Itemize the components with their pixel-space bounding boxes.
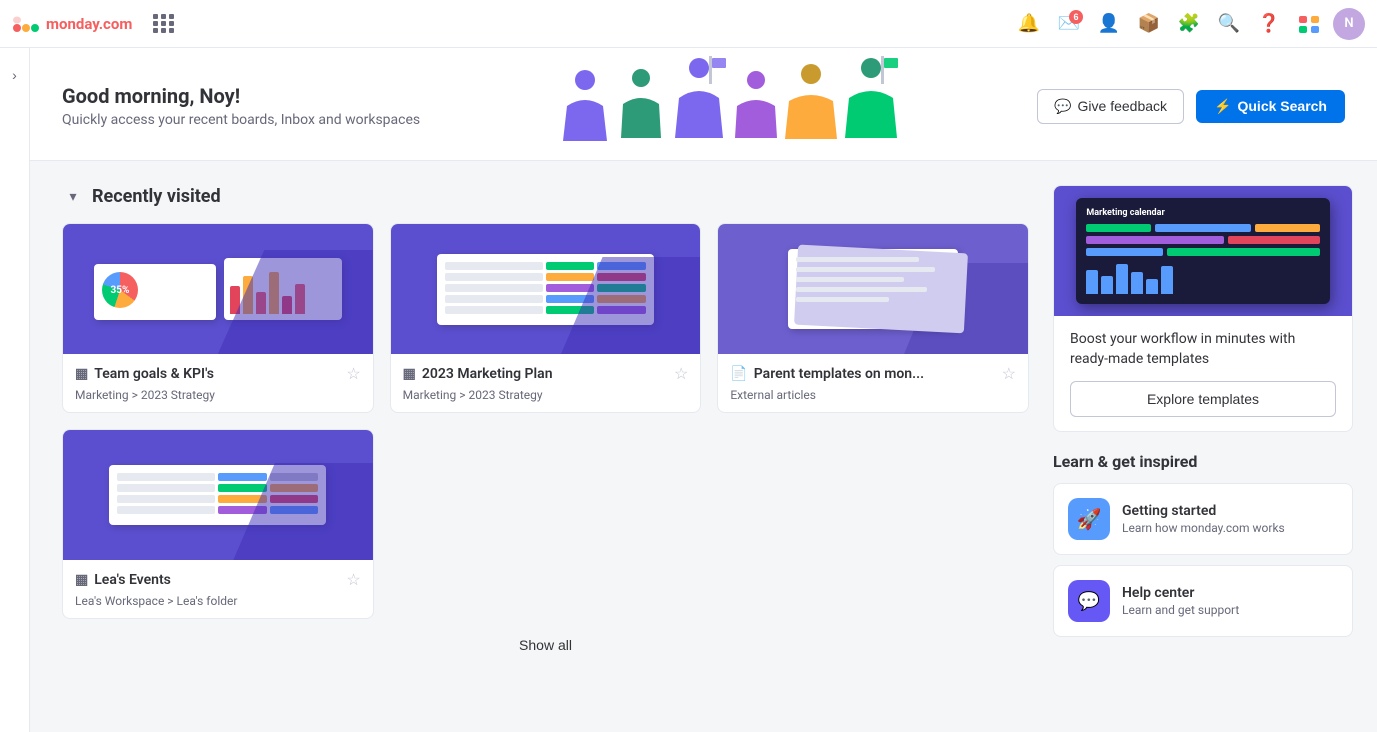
home-header: Good morning, Noy! Quickly access your r…: [30, 48, 1377, 161]
inbox-badge: 6: [1069, 10, 1083, 24]
card-name: Lea's Events: [94, 572, 171, 588]
rocket-icon: 🚀: [1068, 498, 1110, 540]
card-path: External articles: [730, 388, 1016, 402]
template-thumbnail: Marketing calendar: [1054, 186, 1352, 316]
header-illustration: [559, 66, 899, 146]
board-icon: ▦: [75, 572, 88, 588]
lightning-icon: ⚡: [1214, 98, 1231, 115]
greeting-text: Good morning, Noy!: [62, 84, 420, 108]
feedback-icon: 💬: [1054, 98, 1071, 115]
section-collapse-button[interactable]: ▾: [62, 185, 84, 207]
quicksearch-label: Quick Search: [1237, 98, 1327, 114]
subtitle-text: Quickly access your recent boards, Inbox…: [62, 112, 420, 128]
learn-section-title: Learn & get inspired: [1053, 452, 1353, 471]
help-center-card[interactable]: 💬 Help center Learn and get support: [1053, 565, 1353, 637]
header-actions: 💬 Give feedback ⚡ Quick Search: [1037, 89, 1345, 124]
explore-templates-button[interactable]: Explore templates: [1070, 381, 1336, 417]
feedback-label: Give feedback: [1078, 98, 1168, 114]
doc-icon: 📄: [730, 366, 747, 382]
board-card[interactable]: ▦ Lea's Events ☆ Lea's Workspace > Lea's…: [62, 429, 374, 619]
logo[interactable]: monday.com: [12, 10, 132, 38]
help-center-subtitle: Learn and get support: [1122, 603, 1239, 617]
right-sidebar: Marketing calendar: [1053, 185, 1353, 662]
getting-started-text: Getting started Learn how monday.com wor…: [1122, 503, 1285, 535]
card-title-row: ▦ 2023 Marketing Plan ☆: [403, 364, 689, 384]
main-column: ▾ Recently visited: [62, 185, 1029, 662]
card-thumbnail: 35%: [63, 224, 373, 354]
help-center-text: Help center Learn and get support: [1122, 585, 1239, 617]
favorite-button[interactable]: ☆: [346, 570, 360, 590]
header-text: Good morning, Noy! Quickly access your r…: [62, 84, 420, 128]
top-navigation: monday.com 🔔 ✉️ 6 👤 📦 🧩 🔍 ❓: [0, 0, 1377, 48]
board-icon: ▦: [403, 366, 416, 382]
logo-wordmark: monday.com: [46, 15, 132, 33]
recently-visited-header: ▾ Recently visited: [62, 185, 1029, 207]
search-icon[interactable]: 🔍: [1213, 8, 1245, 40]
inbox-icon[interactable]: ✉️ 6: [1053, 8, 1085, 40]
learn-section: Learn & get inspired 🚀 Getting started L…: [1053, 452, 1353, 637]
board-icon: ▦: [75, 366, 88, 382]
favorite-button[interactable]: ☆: [346, 364, 360, 384]
card-path: Marketing > 2023 Strategy: [403, 388, 689, 402]
section-title: Recently visited: [92, 186, 221, 207]
card-name: Parent templates on mon...: [754, 366, 924, 382]
card-thumbnail: [718, 224, 1028, 354]
card-name: Team goals & KPI's: [94, 366, 214, 382]
favorite-button[interactable]: ☆: [674, 364, 688, 384]
card-info: ▦ 2023 Marketing Plan ☆ Marketing > 2023…: [391, 354, 701, 412]
card-title: 📄 Parent templates on mon...: [730, 366, 924, 382]
card-info: ▦ Team goals & KPI's ☆ Marketing > 2023 …: [63, 354, 373, 412]
card-thumbnail: [391, 224, 701, 354]
board-card[interactable]: 📄 Parent templates on mon... ☆ External …: [717, 223, 1029, 413]
main-content: Good morning, Noy! Quickly access your r…: [30, 48, 1377, 732]
card-name: 2023 Marketing Plan: [422, 366, 553, 382]
give-feedback-button[interactable]: 💬 Give feedback: [1037, 89, 1184, 124]
apps-grid-icon[interactable]: [148, 8, 180, 40]
card-title-row: 📄 Parent templates on mon... ☆: [730, 364, 1016, 384]
getting-started-card[interactable]: 🚀 Getting started Learn how monday.com w…: [1053, 483, 1353, 555]
apps-marketplace-icon[interactable]: 🧩: [1173, 8, 1205, 40]
card-thumbnail: [63, 430, 373, 560]
getting-started-subtitle: Learn how monday.com works: [1122, 521, 1285, 535]
template-card: Marketing calendar: [1053, 185, 1353, 432]
card-title: ▦ Team goals & KPI's: [75, 366, 214, 382]
help-icon[interactable]: ❓: [1253, 8, 1285, 40]
install-icon[interactable]: 📦: [1133, 8, 1165, 40]
card-title-row: ▦ Lea's Events ☆: [75, 570, 361, 590]
board-card[interactable]: ▦ 2023 Marketing Plan ☆ Marketing > 2023…: [390, 223, 702, 413]
quick-search-button[interactable]: ⚡ Quick Search: [1196, 90, 1345, 123]
favorite-button[interactable]: ☆: [1002, 364, 1016, 384]
show-all-button[interactable]: Show all: [519, 637, 572, 653]
sidebar-toggle[interactable]: ›: [4, 64, 26, 86]
user-avatar[interactable]: N: [1333, 8, 1365, 40]
card-info: 📄 Parent templates on mon... ☆ External …: [718, 354, 1028, 412]
notifications-icon[interactable]: 🔔: [1013, 8, 1045, 40]
cards-bottom-row: ▦ Lea's Events ☆ Lea's Workspace > Lea's…: [62, 429, 1029, 619]
card-path: Lea's Workspace > Lea's folder: [75, 594, 361, 608]
getting-started-title: Getting started: [1122, 503, 1285, 519]
show-all-section: Show all: [62, 619, 1029, 662]
template-body: Boost your workflow in minutes with read…: [1054, 316, 1352, 431]
card-title-row: ▦ Team goals & KPI's ☆: [75, 364, 361, 384]
help-center-icon: 💬: [1068, 580, 1110, 622]
home-content: ▾ Recently visited: [30, 161, 1377, 686]
help-center-title: Help center: [1122, 585, 1239, 601]
brand-icon[interactable]: [1293, 8, 1325, 40]
card-title: ▦ Lea's Events: [75, 572, 171, 588]
card-path: Marketing > 2023 Strategy: [75, 388, 361, 402]
sidebar: ›: [0, 48, 30, 732]
board-card[interactable]: 35%: [62, 223, 374, 413]
add-user-icon[interactable]: 👤: [1093, 8, 1125, 40]
cards-top-row: 35%: [62, 223, 1029, 413]
card-title: ▦ 2023 Marketing Plan: [403, 366, 553, 382]
template-headline: Boost your workflow in minutes with read…: [1070, 330, 1336, 369]
card-info: ▦ Lea's Events ☆ Lea's Workspace > Lea's…: [63, 560, 373, 618]
